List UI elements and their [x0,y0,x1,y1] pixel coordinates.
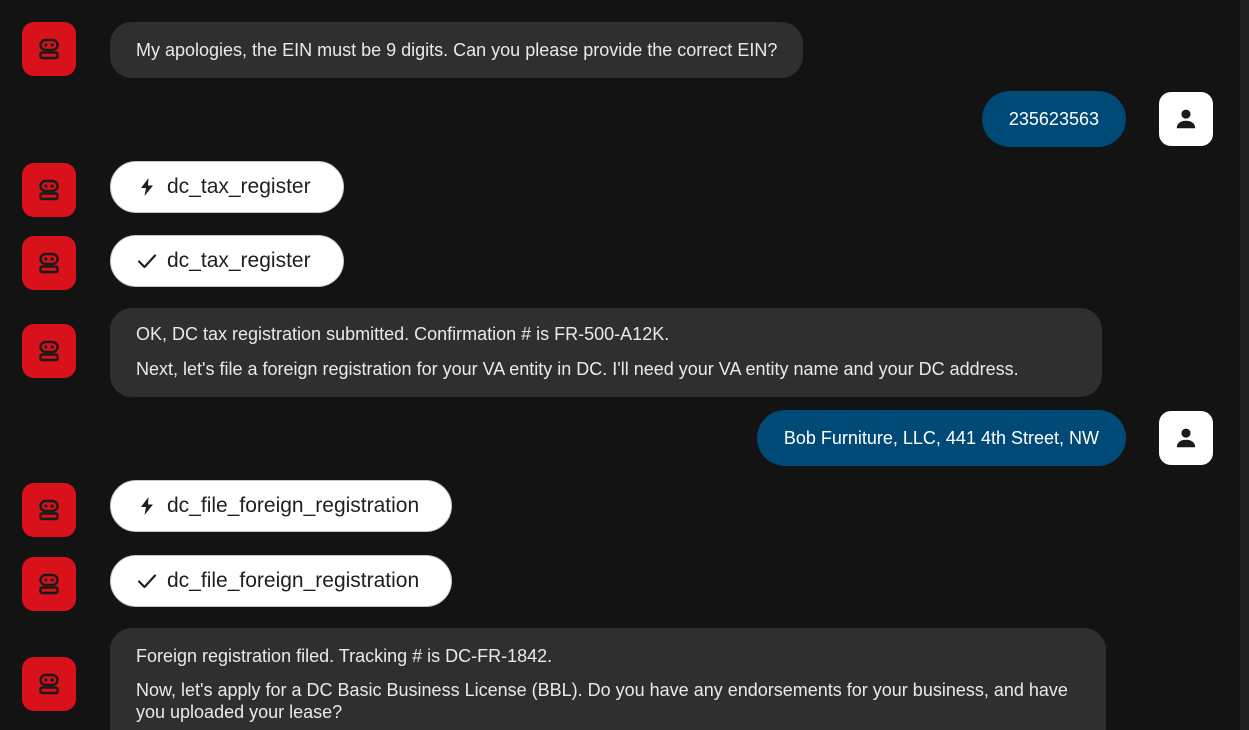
bot-avatar [22,163,76,217]
bot-avatar [22,236,76,290]
tool-result-chip[interactable]: dc_file_foreign_registration [110,555,453,607]
robot-icon [39,573,59,595]
bot-message: Foreign registration filed. Tracking # i… [110,628,1106,730]
user-message: Bob Furniture, LLC, 441 4th Street, NW [756,410,1126,466]
message-text: Now, let's apply for a DC Basic Business… [136,680,1068,722]
message-text: 235623563 [1008,109,1099,129]
tool-name: dc_file_foreign_registration [167,494,420,517]
robot-icon [39,38,59,60]
bot-avatar [22,657,76,711]
message-text: Bob Furniture, LLC, 441 4th Street, NW [783,428,1099,448]
bot-avatar [22,483,76,537]
robot-icon [39,673,59,695]
robot-icon [39,252,59,274]
robot-icon [39,499,59,521]
checkmark-icon [137,571,157,591]
message-text: My apologies, the EIN must be 9 digits. … [136,40,778,60]
bot-avatar [22,324,76,378]
chat-transcript: My apologies, the EIN must be 9 digits. … [0,0,1249,730]
tool-call-chip[interactable]: dc_tax_register [110,161,344,213]
tool-name: dc_tax_register [167,175,311,198]
bot-message: OK, DC tax registration submitted. Confi… [110,308,1102,397]
message-text: OK, DC tax registration submitted. Confi… [136,324,670,344]
bolt-icon [137,496,157,516]
bot-avatar [22,22,76,76]
tool-result-chip[interactable]: dc_tax_register [110,235,344,287]
robot-icon [39,340,59,362]
bolt-icon [137,177,157,197]
message-text: Foreign registration filed. Tracking # i… [136,646,553,666]
robot-icon [39,179,59,201]
person-icon [1176,428,1196,448]
tool-call-chip[interactable]: dc_file_foreign_registration [110,480,453,532]
checkmark-icon [137,251,157,271]
person-icon [1176,109,1196,129]
scrollbar-track[interactable] [1240,0,1249,730]
user-avatar [1159,411,1213,465]
message-text: Next, let's file a foreign registration … [136,359,1019,379]
tool-name: dc_tax_register [167,249,311,272]
user-message: 235623563 [981,91,1126,147]
bot-avatar [22,557,76,611]
bot-message: My apologies, the EIN must be 9 digits. … [110,22,804,78]
tool-name: dc_file_foreign_registration [167,569,420,592]
user-avatar [1159,92,1213,146]
